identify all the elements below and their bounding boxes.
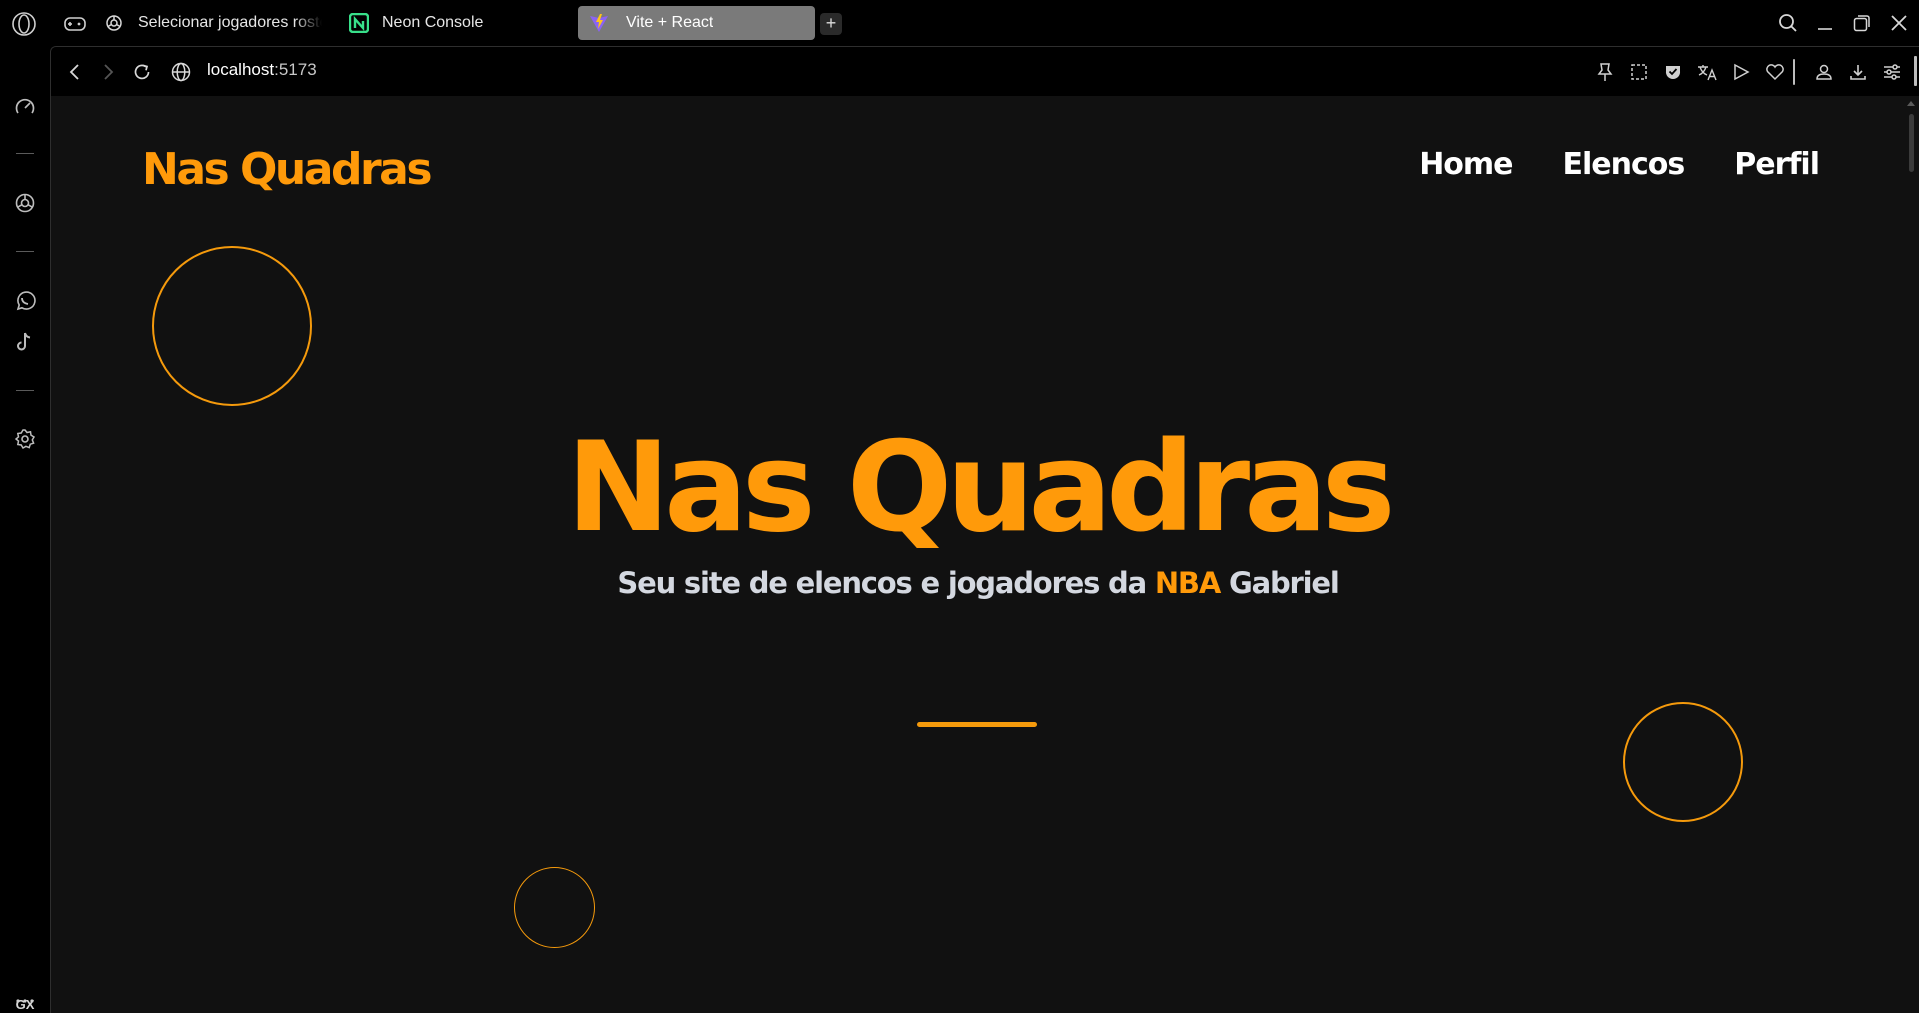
toolbar-divider xyxy=(1793,59,1795,85)
page-scrollbar[interactable] xyxy=(1904,96,1919,1013)
hero-subtitle: Seu site de elencos e jogadores da NBA G… xyxy=(51,566,1905,600)
chatgpt-icon xyxy=(104,13,124,33)
tab-chatgpt[interactable]: Selecionar jogadores roste xyxy=(104,6,322,40)
tab-bar: Selecionar jogadores roste Neon Console … xyxy=(0,0,1919,46)
shield-check-icon[interactable] xyxy=(1662,61,1684,83)
tab-label: Neon Console xyxy=(382,14,484,31)
heart-icon[interactable] xyxy=(1764,61,1786,83)
site-nav: Home Elencos Perfil xyxy=(1419,147,1820,182)
site-info-globe-icon[interactable] xyxy=(170,61,192,83)
vite-icon xyxy=(588,12,610,34)
nav-link-elencos[interactable]: Elencos xyxy=(1563,147,1686,182)
back-icon[interactable] xyxy=(64,61,86,83)
chatgpt-icon[interactable] xyxy=(13,191,37,215)
tab-label: Selecionar jogadores roste xyxy=(138,14,322,31)
hero-subtitle-text: Seu site de elencos e jogadores da xyxy=(617,566,1155,600)
hero-subtitle-name: Gabriel xyxy=(1220,566,1340,600)
opera-logo-icon[interactable] xyxy=(11,11,37,37)
more-options-icon[interactable] xyxy=(13,994,37,1008)
speed-dial-icon[interactable] xyxy=(13,95,37,119)
whatsapp-icon[interactable] xyxy=(13,289,37,313)
restore-icon[interactable] xyxy=(1851,12,1873,34)
minimize-icon[interactable] xyxy=(1814,12,1836,34)
hero-underline xyxy=(917,722,1037,727)
tab-label: Vite + React xyxy=(626,14,714,31)
sidebar-divider xyxy=(16,153,34,154)
neon-icon xyxy=(348,12,370,34)
tab-neon-console[interactable]: Neon Console xyxy=(348,6,548,40)
decorative-circle xyxy=(514,867,595,948)
reload-icon[interactable] xyxy=(131,61,153,83)
search-icon[interactable] xyxy=(1777,12,1799,34)
sidebar-divider xyxy=(16,390,34,391)
browser-window: localhost:5173 Nas Quadras Home Elencos … xyxy=(50,46,1919,1013)
download-icon[interactable] xyxy=(1847,61,1869,83)
send-icon[interactable] xyxy=(1730,61,1752,83)
site-logo[interactable]: Nas Quadras xyxy=(142,144,433,195)
hero-subtitle-accent: NBA xyxy=(1154,566,1221,600)
url-port: :5173 xyxy=(274,60,317,79)
nav-link-home[interactable]: Home xyxy=(1419,147,1513,182)
translate-icon[interactable] xyxy=(1696,61,1718,83)
hero-title: Nas Quadras xyxy=(566,416,1395,560)
settings-gear-icon[interactable] xyxy=(13,427,37,451)
scroll-thumb[interactable] xyxy=(1909,114,1914,172)
scroll-up-arrow[interactable] xyxy=(1907,101,1915,106)
forward-icon[interactable] xyxy=(97,61,119,83)
url-field[interactable]: localhost:5173 xyxy=(207,60,317,80)
close-icon[interactable] xyxy=(1888,12,1910,34)
easy-setup-icon[interactable] xyxy=(1881,61,1903,83)
tab-vite-react[interactable]: Vite + React xyxy=(578,6,815,40)
address-bar: localhost:5173 xyxy=(51,47,1919,96)
sidebar: GX xyxy=(0,46,50,1013)
sidebar-toggle-handle[interactable] xyxy=(1914,56,1917,86)
game-controller-icon[interactable] xyxy=(63,13,87,35)
page-viewport: Nas Quadras Home Elencos Perfil Nas Quad… xyxy=(51,96,1905,1013)
sidebar-divider xyxy=(16,251,34,252)
tiktok-icon[interactable] xyxy=(13,330,37,354)
new-tab-button[interactable]: + xyxy=(820,13,842,35)
account-icon[interactable] xyxy=(1813,61,1835,83)
decorative-circle xyxy=(1623,702,1743,822)
decorative-circle xyxy=(152,246,312,406)
snapshot-icon[interactable] xyxy=(1628,61,1650,83)
url-host: localhost xyxy=(207,60,275,79)
pin-icon[interactable] xyxy=(1594,61,1616,83)
nav-link-perfil[interactable]: Perfil xyxy=(1734,147,1820,182)
